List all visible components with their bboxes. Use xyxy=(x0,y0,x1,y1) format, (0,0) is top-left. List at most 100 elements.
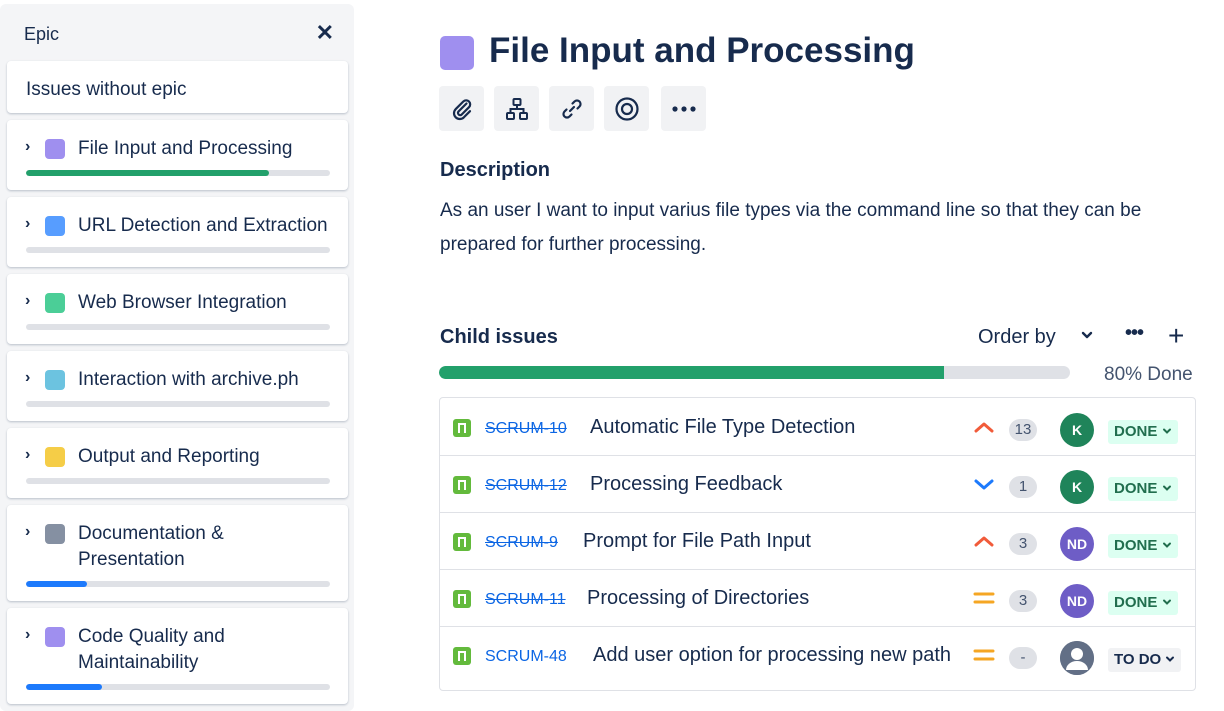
status-dropdown[interactable]: DONE xyxy=(1108,420,1178,444)
close-icon[interactable]: ✕ xyxy=(316,20,334,46)
epic-progress-fill xyxy=(26,170,270,176)
epic-color-swatch xyxy=(45,216,65,236)
story-icon xyxy=(453,647,471,665)
epic-item-file-input[interactable]: › File Input and Processing xyxy=(7,120,348,190)
epic-color-swatch xyxy=(45,293,65,313)
priority-medium-icon xyxy=(972,587,996,609)
assignee-avatar[interactable]: ND xyxy=(1060,584,1094,618)
story-icon xyxy=(453,533,471,551)
issues-without-epic-item[interactable]: Issues without epic xyxy=(7,61,348,113)
chevron-right-icon[interactable]: › xyxy=(25,138,30,156)
add-child-issue-button[interactable] xyxy=(494,86,539,131)
assignee-avatar[interactable]: K xyxy=(1060,470,1094,504)
add-child-issue-plus-icon[interactable]: + xyxy=(1168,320,1184,352)
more-actions-button[interactable] xyxy=(661,86,706,131)
child-issues-progress-fill xyxy=(439,366,944,379)
epic-color-swatch xyxy=(45,139,65,159)
status-label: DONE xyxy=(1114,480,1158,497)
chevron-right-icon[interactable]: › xyxy=(25,215,30,233)
issue-summary[interactable]: Add user option for processing new path xyxy=(593,644,951,667)
child-issues-progress-text: 80% Done xyxy=(1104,364,1193,385)
epic-progress-bar xyxy=(26,170,330,176)
order-by-button[interactable]: Order by xyxy=(978,326,1056,349)
issue-summary[interactable]: Processing of Directories xyxy=(587,587,809,610)
chevron-down-icon xyxy=(1161,651,1175,668)
issue-summary[interactable]: Automatic File Type Detection xyxy=(590,416,855,439)
priority-high-icon xyxy=(972,416,996,438)
goal-button[interactable] xyxy=(604,86,649,131)
epic-color-swatch xyxy=(45,370,65,390)
child-issues-progress-bar xyxy=(439,366,1070,379)
issue-key-link[interactable]: SCRUM-9 xyxy=(485,534,558,552)
status-label: DONE xyxy=(1114,423,1158,440)
description-heading: Description xyxy=(440,159,551,181)
chevron-right-icon[interactable]: › xyxy=(25,292,30,310)
epic-progress-fill xyxy=(26,581,87,587)
priority-high-icon xyxy=(972,530,996,552)
issue-key-link[interactable]: SCRUM-48 xyxy=(485,648,567,666)
status-dropdown[interactable]: DONE xyxy=(1108,477,1178,501)
status-dropdown[interactable]: TO DO xyxy=(1108,648,1182,672)
status-label: DONE xyxy=(1114,594,1158,611)
issue-key-link[interactable]: SCRUM-11 xyxy=(485,591,566,609)
child-issue-row[interactable]: SCRUM-10 Automatic File Type Detection 13 K… xyxy=(440,398,1195,456)
child-issues-more-icon[interactable]: ••• xyxy=(1125,322,1144,345)
epic-item-label: Web Browser Integration xyxy=(78,292,287,313)
epic-progress-bar xyxy=(26,478,330,484)
chevron-right-icon[interactable]: › xyxy=(25,626,30,644)
unassigned-avatar-icon[interactable] xyxy=(1060,641,1094,675)
epic-progress-bar xyxy=(26,684,330,690)
child-issue-row[interactable]: SCRUM-9 Prompt for File Path Input 3 ND DONE xyxy=(440,512,1195,570)
child-issue-row[interactable]: SCRUM-11 Processing of Directories 3 ND DONE xyxy=(440,569,1195,627)
attach-button[interactable] xyxy=(439,86,484,131)
paperclip-icon xyxy=(452,98,471,120)
description-text[interactable]: As an user I want to input varius file t… xyxy=(440,194,1180,262)
epic-item-label: Interaction with archive.ph xyxy=(78,369,299,390)
status-dropdown[interactable]: DONE xyxy=(1108,591,1178,615)
assignee-avatar[interactable]: K xyxy=(1060,413,1094,447)
issue-key-link[interactable]: SCRUM-12 xyxy=(485,477,567,495)
epic-item-label: Documentation & Presentation xyxy=(78,523,224,570)
epic-item-documentation[interactable]: › Documentation & Presentation xyxy=(7,505,348,601)
hierarchy-icon xyxy=(505,97,528,120)
epic-panel-title: Epic xyxy=(24,24,60,44)
story-points-badge: - xyxy=(1009,647,1037,669)
assignee-avatar[interactable]: ND xyxy=(1060,527,1094,561)
page-title: File Input and Processing xyxy=(489,31,915,70)
epic-item-url-detection[interactable]: › URL Detection and Extraction xyxy=(7,197,348,267)
child-issues-heading: Child issues xyxy=(440,326,558,348)
chevron-right-icon[interactable]: › xyxy=(25,523,30,541)
epic-progress-bar xyxy=(26,401,330,407)
child-issues-list: SCRUM-10 Automatic File Type Detection 13 K… xyxy=(439,397,1196,691)
story-icon xyxy=(453,419,471,437)
chevron-right-icon[interactable]: › xyxy=(25,446,30,464)
epic-item-label: Code Quality and Maintainability xyxy=(78,626,225,673)
epic-panel-header: Epic ✕ xyxy=(24,20,338,48)
child-issue-row[interactable]: SCRUM-48 Add user option for processing n… xyxy=(440,626,1195,683)
epic-item-label: URL Detection and Extraction xyxy=(78,215,328,236)
story-icon xyxy=(453,590,471,608)
priority-medium-icon xyxy=(972,644,996,666)
epic-color-swatch xyxy=(45,447,65,467)
epic-item-code-quality[interactable]: › Code Quality and Maintainability xyxy=(7,608,348,704)
epic-item-archive-ph[interactable]: › Interaction with archive.ph xyxy=(7,351,348,421)
story-points-badge: 13 xyxy=(1009,419,1037,441)
epic-item-label: Output and Reporting xyxy=(78,446,260,467)
priority-low-icon xyxy=(972,473,996,495)
link-icon xyxy=(561,98,582,119)
status-dropdown[interactable]: DONE xyxy=(1108,534,1178,558)
link-issue-button[interactable] xyxy=(549,86,594,131)
epic-panel: Epic ✕ Issues without epic › File Input … xyxy=(0,4,354,711)
epic-item-label: File Input and Processing xyxy=(78,138,293,159)
issue-summary[interactable]: Processing Feedback xyxy=(590,473,782,496)
epic-progress-bar xyxy=(26,247,330,253)
issue-summary[interactable]: Prompt for File Path Input xyxy=(583,530,811,553)
issue-key-link[interactable]: SCRUM-10 xyxy=(485,420,567,438)
epic-color-swatch xyxy=(45,627,65,647)
epic-item-output-reporting[interactable]: › Output and Reporting xyxy=(7,428,348,498)
child-issue-row[interactable]: SCRUM-12 Processing Feedback 1 K DONE xyxy=(440,455,1195,513)
epic-item-web-browser[interactable]: › Web Browser Integration xyxy=(7,274,348,344)
epic-color-swatch xyxy=(45,524,65,544)
chevron-down-icon[interactable] xyxy=(1080,328,1094,342)
chevron-right-icon[interactable]: › xyxy=(25,369,30,387)
